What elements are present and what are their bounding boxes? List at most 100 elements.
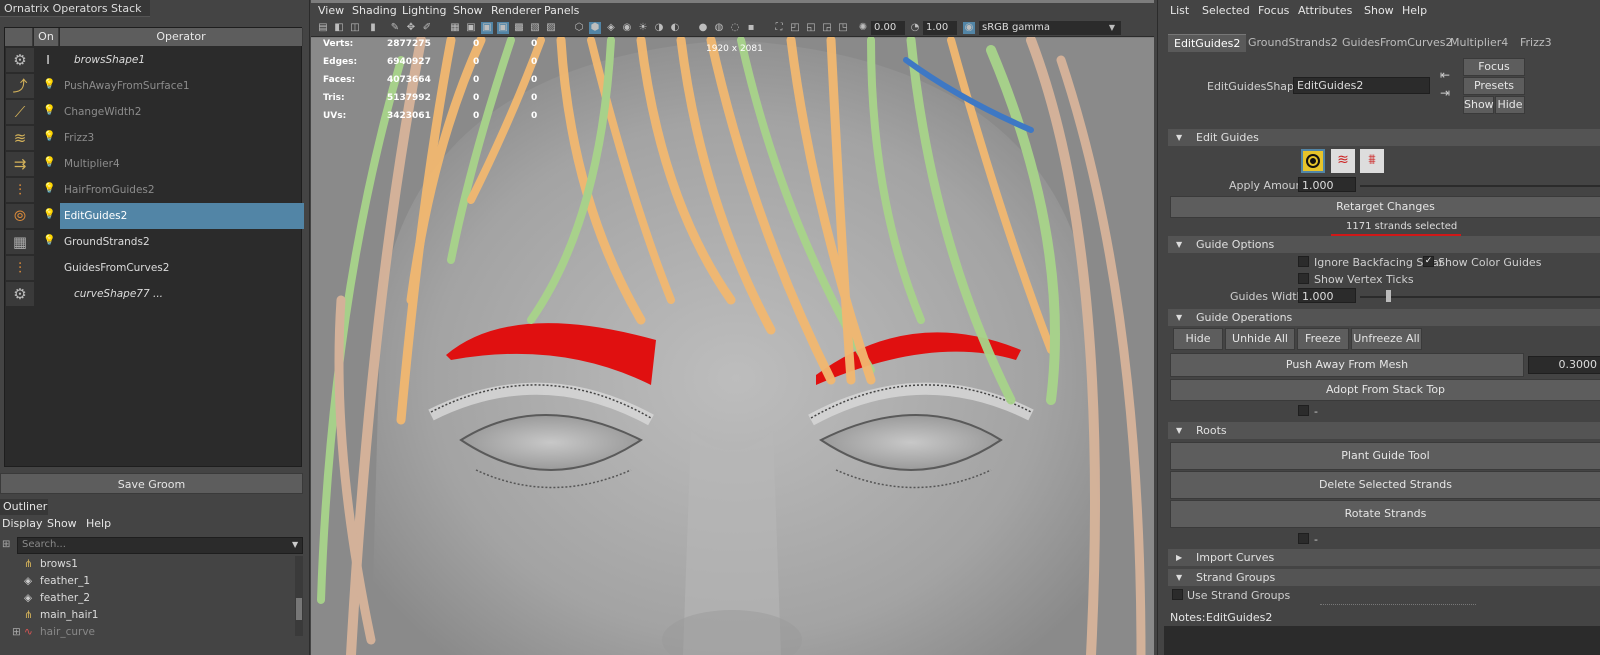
view-transform-select[interactable]: sRGB gamma bbox=[979, 21, 1121, 35]
motion-blur-icon[interactable]: ◍ bbox=[713, 22, 725, 34]
lightbulb-icon[interactable]: 💡 bbox=[43, 209, 55, 221]
outliner-search-input[interactable]: Search... bbox=[17, 537, 303, 554]
attr-menu-focus[interactable]: Focus bbox=[1258, 4, 1289, 17]
chevron-down-icon[interactable]: ▼ bbox=[1106, 22, 1118, 34]
rotate-strands-button[interactable]: Rotate Strands bbox=[1170, 500, 1600, 528]
outliner-item[interactable]: ◈ feather_1 bbox=[24, 573, 90, 590]
delete-selected-strands-button[interactable]: Delete Selected Strands bbox=[1170, 471, 1600, 499]
tab-guidesfromcurves2[interactable]: GuidesFromCurves2 bbox=[1336, 34, 1458, 52]
ambient-occlusion-icon[interactable]: ◐ bbox=[669, 22, 681, 34]
comb-tool-button[interactable]: ≋ bbox=[1331, 149, 1355, 173]
viewport-menu-shading[interactable]: Shading bbox=[352, 4, 397, 17]
viewport-menu-view[interactable]: View bbox=[318, 4, 344, 17]
operation-checkbox[interactable] bbox=[1298, 405, 1309, 416]
stack-header-operator[interactable]: Operator bbox=[60, 28, 303, 46]
outliner-scrollbar[interactable] bbox=[295, 556, 303, 636]
section-roots[interactable]: ▼ Roots bbox=[1168, 422, 1600, 439]
presets-button[interactable]: Presets bbox=[1463, 77, 1525, 95]
xray-icon[interactable]: ◰ bbox=[789, 22, 801, 34]
section-edit-guides[interactable]: ▼ Edit Guides bbox=[1168, 129, 1600, 146]
stack-row-hairfromguides[interactable]: ⫶ 💡 HairFromGuides2 bbox=[5, 177, 303, 203]
expand-icon[interactable]: ⊞ bbox=[12, 624, 24, 641]
exposure-field[interactable]: 0.00 bbox=[871, 21, 905, 35]
brush-tool-button[interactable]: ⩩ bbox=[1360, 149, 1384, 173]
viewport-menu-lighting[interactable]: Lighting bbox=[402, 4, 446, 17]
camera-attributes-icon[interactable]: ◧ bbox=[333, 22, 345, 34]
ignore-backfacing-checkbox[interactable] bbox=[1298, 256, 1309, 267]
gamma-icon[interactable]: ◔ bbox=[909, 22, 921, 34]
plant-guide-tool-button[interactable]: Plant Guide Tool bbox=[1170, 442, 1600, 470]
exposure-icon[interactable]: ✺ bbox=[857, 22, 869, 34]
textured-icon[interactable]: ◉ bbox=[621, 22, 633, 34]
select-tool-button[interactable] bbox=[1301, 149, 1325, 173]
stack-row-guidesfromcurves[interactable]: ⫶ GuidesFromCurves2 bbox=[5, 255, 303, 281]
push-away-value-field[interactable]: 0.3000 bbox=[1528, 356, 1600, 374]
outliner-item[interactable]: ⋔ main_hair1 bbox=[24, 607, 99, 624]
output-connections-icon[interactable]: ⇥ bbox=[1440, 86, 1450, 100]
tab-groundstrands2[interactable]: GroundStrands2 bbox=[1242, 34, 1344, 52]
apply-amount-field[interactable]: 1.000 bbox=[1298, 177, 1356, 192]
viewport-menu-show[interactable]: Show bbox=[453, 4, 483, 17]
lightbulb-icon[interactable]: 💡 bbox=[43, 157, 55, 169]
lightbulb-icon[interactable]: 💡 bbox=[43, 79, 55, 91]
outliner-item[interactable]: ⊞ ∿ hair_curve bbox=[12, 624, 95, 641]
section-guide-options[interactable]: ▼ Guide Options bbox=[1168, 236, 1600, 253]
pencil-icon[interactable]: ✐ bbox=[421, 22, 433, 34]
stack-header-on[interactable]: On bbox=[34, 28, 59, 46]
retarget-changes-button[interactable]: Retarget Changes bbox=[1170, 196, 1600, 218]
attr-menu-list[interactable]: List bbox=[1170, 4, 1189, 17]
outliner-item[interactable]: ⋔ brows1 bbox=[24, 556, 78, 573]
section-strand-groups[interactable]: ▼ Strand Groups bbox=[1168, 569, 1600, 586]
depth-of-field-icon[interactable]: ▪ bbox=[745, 22, 757, 34]
attr-menu-selected[interactable]: Selected bbox=[1202, 4, 1250, 17]
bookmark-icon[interactable]: ◫ bbox=[349, 22, 361, 34]
chevron-down-icon[interactable]: ▼ bbox=[292, 540, 298, 549]
attr-menu-show[interactable]: Show bbox=[1364, 4, 1394, 17]
lightbulb-icon[interactable]: 💡 bbox=[43, 183, 55, 195]
stack-row-editguides[interactable]: ⦾ 💡 EditGuides2 bbox=[5, 203, 304, 229]
section-guide-operations[interactable]: ▼ Guide Operations bbox=[1168, 309, 1600, 326]
use-strand-groups-checkbox[interactable] bbox=[1172, 589, 1183, 600]
lights-icon[interactable]: ☀ bbox=[637, 22, 649, 34]
tab-editguides2[interactable]: EditGuides2 bbox=[1168, 34, 1247, 52]
viewport-scene[interactable] bbox=[311, 0, 1154, 655]
viewport-menu-renderer[interactable]: Renderer bbox=[491, 4, 541, 17]
field-chart-icon[interactable]: ▩ bbox=[513, 22, 525, 34]
safe-action-icon[interactable]: ▧ bbox=[529, 22, 541, 34]
lightbulb-icon[interactable]: 💡 bbox=[43, 131, 55, 143]
freeze-button[interactable]: Freeze bbox=[1297, 328, 1349, 350]
outliner-menu-display[interactable]: Display bbox=[2, 517, 43, 530]
stack-row-changewidth[interactable]: ⟋ 💡 ChangeWidth2 bbox=[5, 99, 303, 125]
hide-guides-button[interactable]: Hide bbox=[1173, 328, 1223, 350]
outliner-menu-show[interactable]: Show bbox=[47, 517, 77, 530]
viewport-panel[interactable]: View Shading Lighting Show Renderer Pane… bbox=[311, 0, 1154, 655]
apply-amount-slider[interactable] bbox=[1360, 185, 1600, 187]
wireframe-icon[interactable]: ⬡ bbox=[573, 22, 585, 34]
input-connections-icon[interactable]: ⇤ bbox=[1440, 68, 1450, 82]
film-gate-icon[interactable]: ▣ bbox=[465, 22, 477, 34]
resolution-gate-icon[interactable]: ▣ bbox=[481, 22, 493, 34]
show-color-guides-checkbox[interactable]: ✓ bbox=[1423, 256, 1434, 267]
stack-row-groundstrands[interactable]: ▦ 💡 GroundStrands2 bbox=[5, 229, 303, 255]
section-import-curves[interactable]: ▶ Import Curves bbox=[1168, 549, 1600, 566]
screen-space-ao-icon[interactable]: ● bbox=[697, 22, 709, 34]
lightbulb-icon[interactable]: 💡 bbox=[43, 105, 55, 117]
adopt-from-stack-top-button[interactable]: Adopt From Stack Top bbox=[1170, 379, 1600, 401]
hide-button[interactable]: Hide bbox=[1495, 96, 1525, 114]
unfreeze-all-button[interactable]: Unfreeze All bbox=[1351, 328, 1422, 350]
stack-row-browsshape1[interactable]: ⚙ I browsShape1 bbox=[5, 47, 303, 73]
grease-pencil-icon[interactable]: ✎ bbox=[389, 22, 401, 34]
backface-culling-icon[interactable]: ◳ bbox=[837, 22, 849, 34]
push-away-from-mesh-button[interactable]: Push Away From Mesh bbox=[1170, 353, 1524, 377]
gamma-field[interactable]: 1.00 bbox=[923, 21, 957, 35]
shape-name-field[interactable]: EditGuides2 bbox=[1293, 77, 1430, 94]
lightbulb-icon[interactable]: 💡 bbox=[43, 235, 55, 247]
save-groom-button[interactable]: Save Groom bbox=[0, 473, 303, 494]
twodpanzoom-icon[interactable]: ✥ bbox=[405, 22, 417, 34]
focus-button[interactable]: Focus bbox=[1463, 58, 1525, 76]
viewport-menu-panels[interactable]: Panels bbox=[544, 4, 579, 17]
select-camera-icon[interactable]: ▤ bbox=[317, 22, 329, 34]
attr-menu-help[interactable]: Help bbox=[1402, 4, 1427, 17]
xray-active-icon[interactable]: ◲ bbox=[821, 22, 833, 34]
stack-row-multiplier[interactable]: ⇉ 💡 Multiplier4 bbox=[5, 151, 303, 177]
